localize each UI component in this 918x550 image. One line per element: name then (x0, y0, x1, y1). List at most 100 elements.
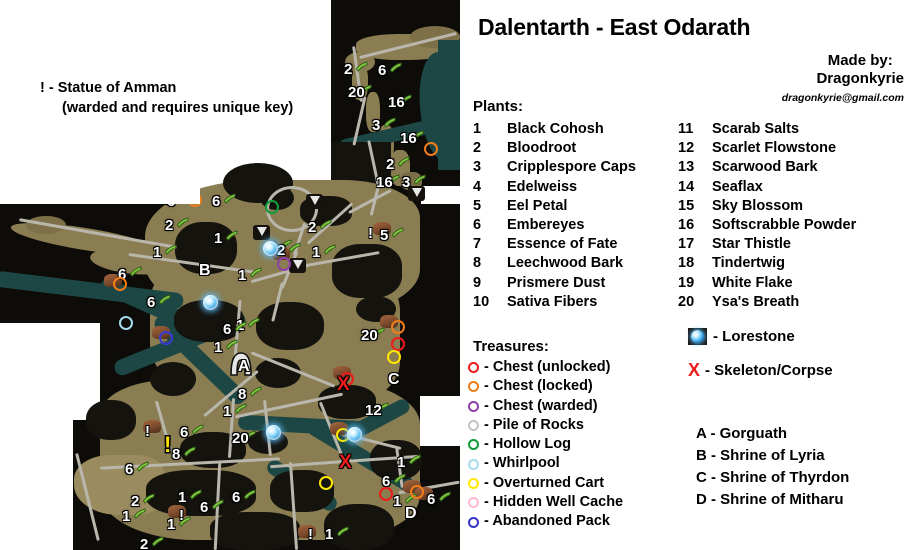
map-location-label: D (405, 505, 417, 522)
skeleton-x-icon: X (688, 360, 701, 380)
plant-node-icon[interactable] (129, 265, 142, 278)
location-legend-item: D - Shrine of Mitharu (696, 491, 844, 508)
treasure-legend-label: - Abandoned Pack (484, 513, 610, 530)
cave-entrance-2[interactable] (253, 225, 270, 240)
treasure-marker[interactable] (113, 277, 127, 291)
lorestone-legend: - Lorestone (688, 328, 795, 345)
plant-number: 20 (678, 293, 695, 310)
plant-node-icon[interactable] (158, 293, 171, 306)
plant-node-icon[interactable] (225, 229, 238, 242)
plant-node-icon[interactable] (133, 507, 146, 520)
treasure-legend-row: - Chest (warded) (468, 397, 623, 416)
plant-node-icon[interactable] (151, 535, 164, 548)
plant-node-number: 1 (178, 489, 187, 506)
plant-number: 17 (678, 236, 695, 253)
lorestone-marker[interactable] (347, 427, 362, 442)
plant-node-number: 1 (122, 508, 131, 525)
plant-node-number: 8 (238, 386, 247, 403)
plant-row: 1 Black Cohosh (473, 120, 636, 139)
treasure-legend-row: - Chest (locked) (468, 377, 623, 396)
treasure-marker[interactable] (319, 476, 333, 490)
plant-node-icon[interactable] (225, 338, 238, 351)
treasure-legend-label: - Chest (warded) (484, 397, 598, 414)
treasure-marker[interactable] (119, 316, 133, 330)
treasure-marker[interactable] (391, 320, 405, 334)
plant-node-icon[interactable] (243, 488, 256, 501)
legend-panel: Dalentarth - East Odarath Made by: Drago… (460, 0, 918, 550)
plant-node-number: 12 (365, 402, 382, 419)
treasure-legend-row: - Overturned Cart (468, 474, 623, 493)
treasure-marker[interactable] (391, 337, 405, 351)
plant-node-number: 6 (427, 491, 436, 508)
treasure-marker[interactable] (387, 350, 401, 364)
plant-node-number: 20 (348, 84, 365, 101)
treasure-marker-icon (468, 400, 479, 412)
plant-node-icon[interactable] (234, 402, 247, 415)
plant-number: 7 (473, 236, 482, 253)
skeleton-marker[interactable]: X (339, 453, 352, 472)
plant-row: 10 Sativa Fibers (473, 293, 636, 312)
plant-row: 13 Scarwood Bark (678, 158, 856, 177)
statue-of-amman-marker[interactable]: ! (164, 434, 171, 456)
plant-node-icon[interactable] (164, 243, 177, 256)
treasure-marker[interactable] (379, 487, 393, 501)
plant-node-icon[interactable] (397, 155, 410, 168)
cave-entrance-1[interactable] (306, 194, 323, 209)
plant-node-icon[interactable] (323, 243, 336, 256)
treasure-marker[interactable] (410, 485, 424, 499)
plant-node-number: 6 (212, 193, 221, 210)
plant-name: Scarwood Bark (712, 159, 818, 176)
plant-row: 12 Scarlet Flowstone (678, 139, 856, 158)
plant-node-number: 6 (147, 294, 156, 311)
plant-node-icon[interactable] (383, 116, 396, 129)
plant-node-icon[interactable] (355, 60, 368, 73)
plant-node-icon[interactable] (247, 316, 260, 329)
plant-number: 2 (473, 140, 482, 157)
treasure-marker[interactable] (265, 200, 279, 214)
treasure-marker-icon (468, 516, 479, 528)
treasure-marker[interactable] (159, 331, 173, 345)
plant-node-icon[interactable] (178, 515, 191, 528)
lorestone-marker[interactable] (203, 295, 218, 310)
plant-number: 19 (678, 274, 695, 291)
treasure-marker[interactable] (424, 142, 438, 156)
plant-node-icon[interactable] (408, 453, 421, 466)
plant-node-icon[interactable] (438, 490, 451, 503)
plant-node-icon[interactable] (288, 241, 301, 254)
plant-node-number: 5 (380, 227, 389, 244)
treasure-marker-icon (468, 420, 479, 432)
treasure-marker-icon (468, 477, 479, 489)
plant-node-icon[interactable] (142, 492, 155, 505)
plant-node-icon[interactable] (191, 423, 204, 436)
plant-node-icon[interactable] (319, 218, 332, 231)
plant-node-number: 2 (140, 536, 149, 550)
plant-node-icon[interactable] (234, 320, 247, 333)
lorestone-marker[interactable] (266, 425, 281, 440)
plant-node-icon[interactable] (183, 445, 196, 458)
plant-node-icon[interactable] (176, 216, 189, 229)
plant-node-number: 6 (180, 424, 189, 441)
plant-node-icon[interactable] (211, 498, 224, 511)
plant-node-number: 16 (400, 130, 417, 147)
treasure-marker[interactable] (277, 257, 291, 271)
plant-name: Essence of Fate (507, 236, 618, 253)
plant-node-icon[interactable] (136, 460, 149, 473)
cave-entrance-4[interactable] (408, 186, 425, 201)
plant-name: Star Thistle (712, 236, 791, 253)
skeleton-marker[interactable]: X (337, 375, 350, 394)
plant-row: 6 Embereyes (473, 216, 636, 235)
amman-note-line1: ! - Statue of Amman (40, 80, 177, 96)
plant-node-icon[interactable] (249, 266, 262, 279)
plant-node-icon[interactable] (249, 385, 262, 398)
cave-entrance-3[interactable] (289, 258, 306, 273)
plant-node-icon[interactable] (391, 226, 404, 239)
plant-node-icon[interactable] (413, 173, 426, 186)
plant-node-icon[interactable] (223, 192, 236, 205)
plant-node-icon[interactable] (389, 61, 402, 74)
treasure-legend-row: - Whirlpool (468, 454, 623, 473)
lorestone-marker[interactable] (263, 241, 278, 256)
plant-node-icon[interactable] (393, 472, 406, 485)
plant-row: 11 Scarab Salts (678, 120, 856, 139)
plant-node-icon[interactable] (336, 525, 349, 538)
plant-number: 15 (678, 197, 695, 214)
